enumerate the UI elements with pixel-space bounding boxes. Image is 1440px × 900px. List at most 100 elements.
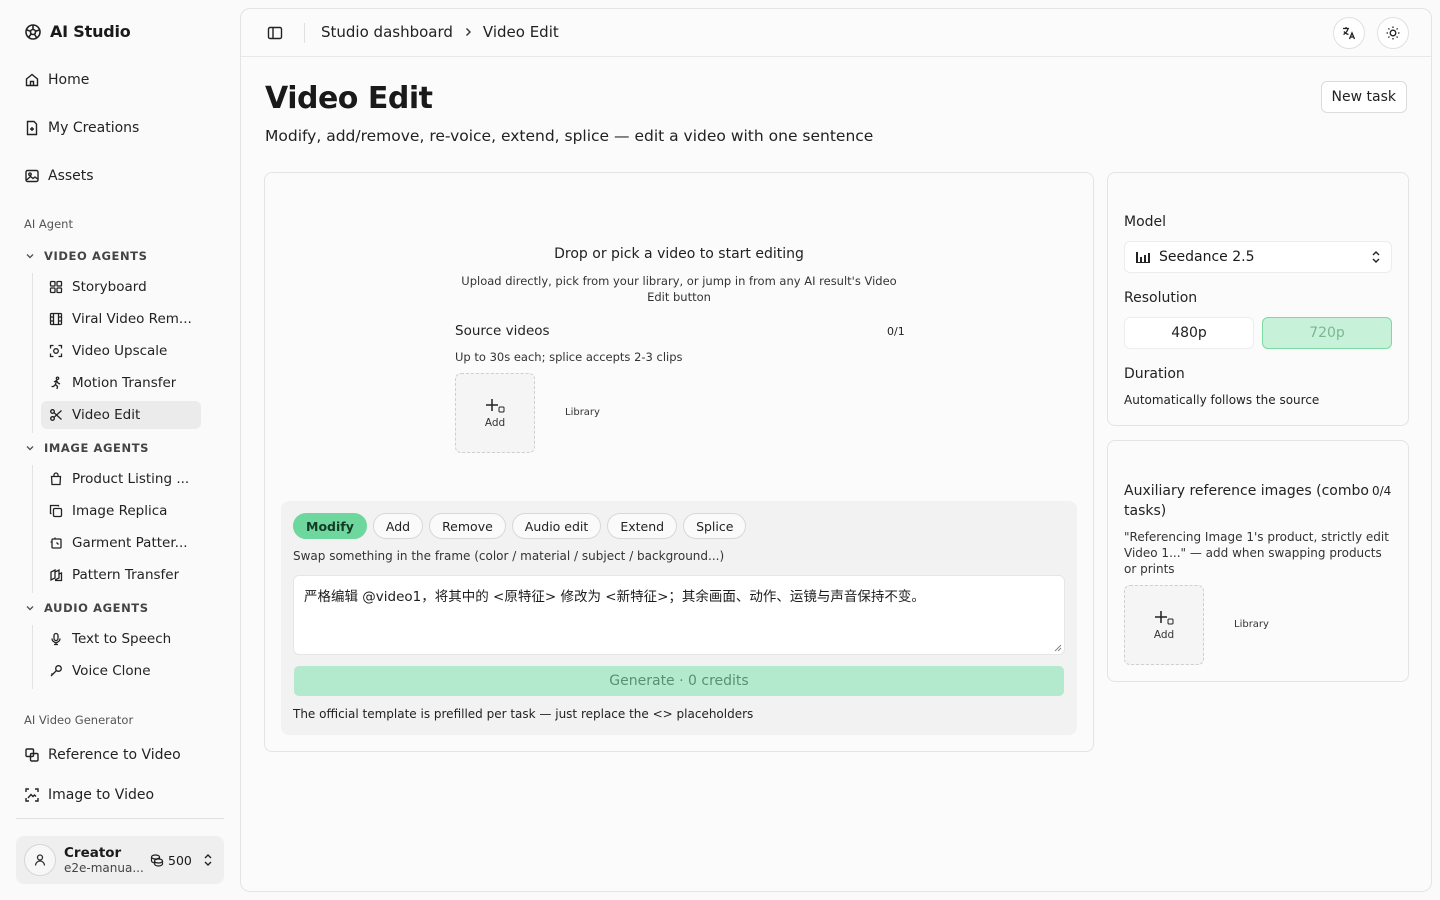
- sidebar-item-label: Image Replica: [72, 503, 168, 519]
- sidebar: AI Studio Home My Creations Assets AI Ag…: [0, 0, 240, 900]
- chevrons-up-down-icon[interactable]: [202, 853, 214, 867]
- copy-icon: [49, 504, 63, 518]
- audio-agents-header[interactable]: AUDIO AGENTS: [24, 601, 149, 615]
- sidebar-item-voice-clone[interactable]: Voice Clone: [41, 657, 201, 685]
- image-to-video-icon: [24, 787, 40, 803]
- user-name: Creator: [64, 845, 122, 861]
- sidebar-toggle-icon[interactable]: [267, 25, 283, 41]
- auxiliary-references-card: Auxiliary reference images (combo tasks)…: [1107, 440, 1409, 682]
- sidebar-item-viral-video-remix[interactable]: Viral Video Rem...: [41, 305, 201, 333]
- sidebar-item-label: Motion Transfer: [72, 375, 177, 391]
- image-agents-header[interactable]: IMAGE AGENTS: [24, 441, 149, 455]
- sidebar-item-text-to-speech[interactable]: Text to Speech: [41, 625, 201, 653]
- avatar: [24, 844, 56, 876]
- model-select[interactable]: Seedance 2.5: [1124, 241, 1392, 273]
- source-videos-count: 0/1: [887, 325, 905, 338]
- generate-button[interactable]: Generate · 0 credits: [294, 666, 1064, 696]
- nav-home[interactable]: Home: [16, 64, 224, 96]
- resolution-480p-option[interactable]: 480p: [1124, 317, 1254, 349]
- breadcrumb-studio-dashboard[interactable]: Studio dashboard: [321, 23, 453, 41]
- ai-agent-label: AI Agent: [24, 217, 73, 231]
- file-icon: [24, 120, 40, 136]
- brand[interactable]: AI Studio: [24, 22, 131, 41]
- sidebar-item-product-listing[interactable]: Product Listing ...: [41, 465, 201, 493]
- running-figure-icon: [49, 376, 63, 390]
- sidebar-item-video-edit[interactable]: Video Edit: [41, 401, 201, 429]
- voice-clone-icon: [49, 664, 63, 678]
- aux-library-link[interactable]: Library: [1234, 619, 1269, 630]
- sidebar-item-label: Text to Speech: [72, 631, 172, 647]
- home-icon: [24, 72, 40, 88]
- add-source-video-button[interactable]: Add: [455, 373, 535, 453]
- nav-label: Home: [48, 72, 90, 88]
- nav-image-to-video[interactable]: Image to Video: [16, 779, 224, 811]
- settings-card: Model Seedance 2.5 Resolution 480p 720p …: [1107, 172, 1409, 426]
- sidebar-item-image-replica[interactable]: Image Replica: [41, 497, 201, 525]
- prompt-text: 严格编辑 @video1，将其中的 <原特征> 修改为 <新特征>；其余画面、动…: [304, 589, 925, 605]
- main-nav: Home My Creations Assets: [16, 64, 224, 208]
- sidebar-item-label: Pattern Transfer: [72, 567, 180, 583]
- sidebar-item-pattern-transfer[interactable]: Pattern Transfer: [41, 561, 201, 589]
- model-value: Seedance 2.5: [1159, 249, 1255, 265]
- sidebar-item-video-upscale[interactable]: Video Upscale: [41, 337, 201, 365]
- bar-chart-icon: [1135, 250, 1151, 264]
- edit-prompt-textarea[interactable]: 严格编辑 @video1，将其中的 <原特征> 修改为 <新特征>；其余画面、动…: [293, 575, 1065, 655]
- resize-handle-icon[interactable]: [1054, 644, 1062, 652]
- chevron-right-icon: [463, 27, 473, 37]
- nav-my-creations[interactable]: My Creations: [16, 112, 224, 144]
- chip-remove[interactable]: Remove: [429, 513, 506, 539]
- page-subtitle: Modify, add/remove, re-voice, extend, sp…: [265, 127, 874, 145]
- add-label: Add: [484, 417, 506, 429]
- user-info: Creator e2e-manua...: [64, 845, 146, 875]
- sidebar-item-garment-pattern[interactable]: Garment Patter...: [41, 529, 201, 557]
- add-reference-image-button[interactable]: Add: [1124, 585, 1204, 665]
- chip-extend[interactable]: Extend: [607, 513, 678, 539]
- task-panel: Modify Add Remove Audio edit Extend Spli…: [281, 501, 1077, 735]
- video-agents-list: Storyboard Viral Video Rem... Video Upsc…: [32, 273, 202, 433]
- add-media-icon: [1152, 609, 1176, 627]
- chip-splice[interactable]: Splice: [683, 513, 747, 539]
- sidebar-item-label: Video Upscale: [72, 343, 168, 359]
- language-button[interactable]: [1333, 17, 1365, 49]
- sidebar-item-motion-transfer[interactable]: Motion Transfer: [41, 369, 201, 397]
- source-videos-hint: Up to 30s each; splice accepts 2-3 clips: [455, 350, 683, 364]
- main-panel: Studio dashboard Video Edit Video Edit M…: [240, 8, 1432, 892]
- chip-modify[interactable]: Modify: [293, 513, 367, 539]
- video-agents-heading: VIDEO AGENTS: [44, 249, 148, 263]
- source-library-link[interactable]: Library: [565, 407, 600, 418]
- user-email: e2e-manua...: [64, 861, 144, 875]
- drop-zone-description: Upload directly, pick from your library,…: [461, 274, 897, 304]
- drop-zone-title[interactable]: Drop or pick a video to start editing: [265, 246, 1093, 262]
- duration-note: Automatically follows the source: [1124, 393, 1320, 407]
- page-title: Video Edit: [265, 81, 433, 116]
- sun-icon: [1385, 25, 1401, 41]
- video-agents-header[interactable]: VIDEO AGENTS: [24, 249, 148, 263]
- upscale-icon: [49, 344, 63, 358]
- nav-label: Reference to Video: [48, 747, 181, 763]
- app-name: AI Studio: [50, 22, 131, 41]
- puzzle-icon: [49, 536, 63, 550]
- theme-toggle-button[interactable]: [1377, 17, 1409, 49]
- chip-audio-edit[interactable]: Audio edit: [511, 513, 602, 539]
- nav-label: Assets: [48, 168, 94, 184]
- sidebar-item-storyboard[interactable]: Storyboard: [41, 273, 201, 301]
- nav-assets[interactable]: Assets: [16, 160, 224, 192]
- user-menu[interactable]: Creator e2e-manua... 500: [16, 836, 224, 884]
- reference-icon: [24, 747, 40, 763]
- new-task-button[interactable]: New task: [1320, 81, 1407, 113]
- model-label: Model: [1124, 214, 1167, 230]
- nav-reference-to-video[interactable]: Reference to Video: [16, 739, 224, 771]
- shopping-bag-icon: [49, 472, 63, 486]
- sidebar-item-label: Voice Clone: [72, 663, 151, 679]
- sidebar-item-label: Storyboard: [72, 279, 147, 295]
- chip-add[interactable]: Add: [372, 513, 424, 539]
- duration-label: Duration: [1124, 366, 1185, 382]
- chevron-down-icon: [24, 442, 36, 454]
- add-label: Add: [1153, 629, 1175, 641]
- video-editor-card: Drop or pick a video to start editing Up…: [264, 172, 1094, 752]
- breadcrumb-current: Video Edit: [482, 23, 559, 41]
- coins-icon: [150, 853, 164, 867]
- resolution-label: Resolution: [1124, 290, 1198, 306]
- audio-agents-heading: AUDIO AGENTS: [44, 601, 149, 615]
- resolution-720p-option[interactable]: 720p: [1262, 317, 1392, 349]
